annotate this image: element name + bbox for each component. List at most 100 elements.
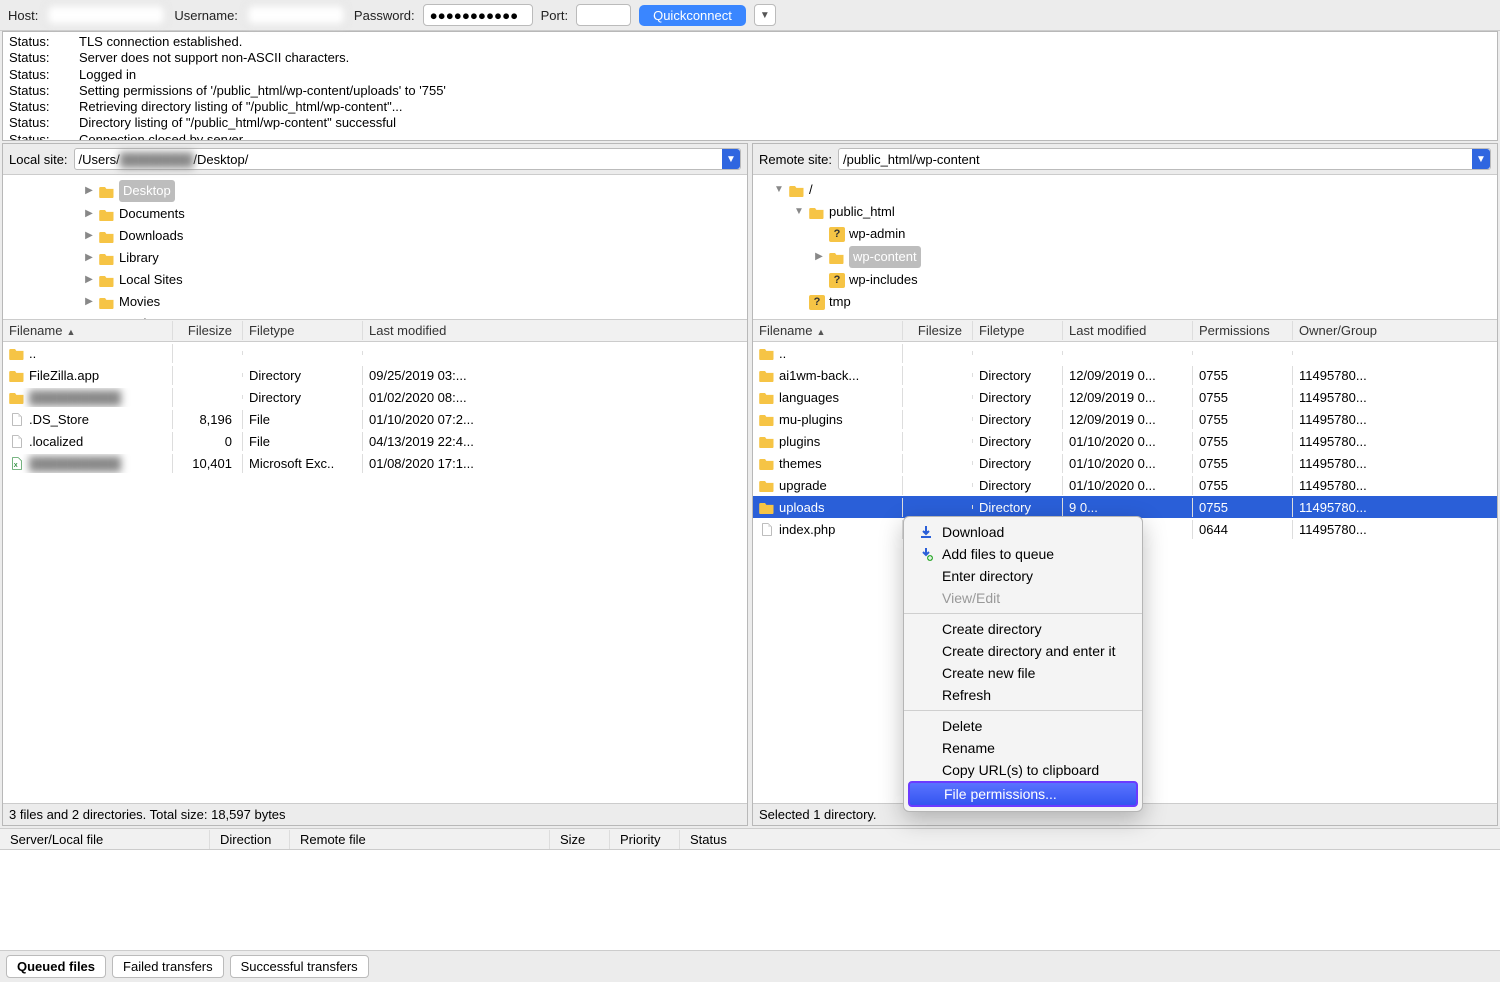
local-path-select[interactable]: /Users/████████/Desktop/ ▼ — [74, 148, 741, 170]
bottom-tabs: Queued files Failed transfers Successful… — [0, 950, 1500, 982]
menu-item-delete[interactable]: Delete — [904, 715, 1142, 737]
tree-item[interactable]: ▶ Movies — [3, 291, 747, 313]
port-input[interactable] — [576, 4, 631, 26]
qcol-size[interactable]: Size — [550, 830, 610, 849]
dropdown-caret-icon[interactable]: ▼ — [1472, 149, 1490, 169]
remote-path-text: /public_html/wp-content — [843, 152, 980, 167]
log-row: Status:Setting permissions of '/public_h… — [9, 83, 1491, 99]
list-item[interactable]: languagesDirectory12/09/2019 0...0755114… — [753, 386, 1497, 408]
tab-failed[interactable]: Failed transfers — [112, 955, 224, 978]
tab-queued[interactable]: Queued files — [6, 955, 106, 978]
list-item[interactable]: uploadsDirectory9 0...075511495780... — [753, 496, 1497, 518]
queue-body — [0, 850, 1500, 950]
tree-item[interactable]: ▶ Music — [3, 313, 747, 320]
tree-item[interactable]: ▼ / — [753, 179, 1497, 201]
tree-item[interactable]: ▶ Documents — [3, 203, 747, 225]
local-path-text: /Users/████████/Desktop/ — [79, 152, 249, 167]
context-menu[interactable]: DownloadAdd files to queueEnter director… — [903, 516, 1143, 812]
menu-item-create-directory[interactable]: Create directory — [904, 618, 1142, 640]
tree-item[interactable]: ? wp-includes — [753, 269, 1497, 291]
password-input[interactable] — [423, 4, 533, 26]
list-item[interactable]: .localized0File04/13/2019 22:4... — [3, 430, 747, 452]
qcol-remote[interactable]: Remote file — [290, 830, 550, 849]
username-label: Username: — [174, 8, 238, 23]
tree-item[interactable]: ▶ Local Sites — [3, 269, 747, 291]
col-filetype[interactable]: Filetype — [973, 321, 1063, 340]
list-item[interactable]: pluginsDirectory01/10/2020 0...075511495… — [753, 430, 1497, 452]
list-item[interactable]: FileZilla.appDirectory09/25/2019 03:... — [3, 364, 747, 386]
list-item[interactable]: upgradeDirectory01/10/2020 0...075511495… — [753, 474, 1497, 496]
port-label: Port: — [541, 8, 568, 23]
menu-item-copy-url-s-to-clipboard[interactable]: Copy URL(s) to clipboard — [904, 759, 1142, 781]
qcol-server[interactable]: Server/Local file — [0, 830, 210, 849]
host-input[interactable] — [46, 4, 166, 26]
quickconnect-toolbar: Host: Username: Password: Port: Quickcon… — [0, 0, 1500, 31]
list-item[interactable]: themesDirectory01/10/2020 0...0755114957… — [753, 452, 1497, 474]
menu-item-add-files-to-queue[interactable]: Add files to queue — [904, 543, 1142, 565]
quickconnect-button[interactable]: Quickconnect — [639, 5, 746, 26]
menu-item-download[interactable]: Download — [904, 521, 1142, 543]
col-filesize[interactable]: Filesize — [173, 321, 243, 340]
local-file-list[interactable]: ..FileZilla.appDirectory09/25/2019 03:..… — [3, 342, 747, 803]
col-filetype[interactable]: Filetype — [243, 321, 363, 340]
menu-item-enter-directory[interactable]: Enter directory — [904, 565, 1142, 587]
menu-item-create-new-file[interactable]: Create new file — [904, 662, 1142, 684]
list-item[interactable]: ai1wm-back...Directory12/09/2019 0...075… — [753, 364, 1497, 386]
queue-header[interactable]: Server/Local file Direction Remote file … — [0, 828, 1500, 850]
remote-site-label: Remote site: — [759, 152, 832, 167]
col-filesize[interactable]: Filesize — [903, 321, 973, 340]
log-row: Status:Directory listing of "/public_htm… — [9, 115, 1491, 131]
list-item[interactable]: mu-pluginsDirectory12/09/2019 0...075511… — [753, 408, 1497, 430]
log-row: Status:TLS connection established. — [9, 34, 1491, 50]
quickconnect-history-dropdown[interactable]: ▼ — [754, 4, 776, 26]
message-log: Status:TLS connection established.Status… — [2, 31, 1498, 141]
menu-separator — [904, 710, 1142, 711]
tree-item[interactable]: ? wp-admin — [753, 223, 1497, 245]
col-owner[interactable]: Owner/Group — [1293, 321, 1497, 340]
add-to-queue-icon — [918, 547, 934, 561]
local-list-header[interactable]: Filename▲ Filesize Filetype Last modifie… — [3, 320, 747, 342]
list-item[interactable]: .. — [3, 342, 747, 364]
log-row: Status:Connection closed by server — [9, 132, 1491, 142]
tab-success[interactable]: Successful transfers — [230, 955, 369, 978]
local-footer: 3 files and 2 directories. Total size: 1… — [3, 803, 747, 825]
dropdown-caret-icon[interactable]: ▼ — [722, 149, 740, 169]
menu-separator — [904, 613, 1142, 614]
list-item[interactable]: .. — [753, 342, 1497, 364]
password-label: Password: — [354, 8, 415, 23]
host-label: Host: — [8, 8, 38, 23]
local-folder-tree[interactable]: ▶ Desktop▶ Documents▶ Downloads▶ Library… — [3, 175, 747, 320]
col-permissions[interactable]: Permissions — [1193, 321, 1293, 340]
list-item[interactable]: ██████████Directory01/02/2020 08:... — [3, 386, 747, 408]
menu-item-rename[interactable]: Rename — [904, 737, 1142, 759]
list-item[interactable]: X██████████10,401Microsoft Exc..01/08/20… — [3, 452, 747, 474]
local-site-label: Local site: — [9, 152, 68, 167]
svg-text:X: X — [14, 462, 18, 468]
tree-item[interactable]: ▶ Desktop — [3, 179, 747, 203]
tree-item[interactable]: ▼ public_html — [753, 201, 1497, 223]
qcol-status[interactable]: Status — [680, 830, 1500, 849]
tree-item[interactable]: ▶ Library — [3, 247, 747, 269]
menu-item-file-permissions[interactable]: File permissions... — [908, 781, 1138, 807]
tree-item[interactable]: ▶ wp-content — [753, 245, 1497, 269]
remote-pane: Remote site: /public_html/wp-content ▼ ▼… — [752, 143, 1498, 826]
col-lastmod[interactable]: Last modified — [1063, 321, 1193, 340]
col-filename[interactable]: Filename▲ — [3, 321, 173, 340]
log-row: Status:Server does not support non-ASCII… — [9, 50, 1491, 66]
menu-item-refresh[interactable]: Refresh — [904, 684, 1142, 706]
tree-item[interactable]: ▶ Downloads — [3, 225, 747, 247]
username-input[interactable] — [246, 4, 346, 26]
remote-path-select[interactable]: /public_html/wp-content ▼ — [838, 148, 1491, 170]
col-filename[interactable]: Filename▲ — [753, 321, 903, 340]
list-item[interactable]: .DS_Store8,196File01/10/2020 07:2... — [3, 408, 747, 430]
remote-folder-tree[interactable]: ▼ /▼ public_html? wp-admin▶ wp-content? … — [753, 175, 1497, 320]
remote-list-header[interactable]: Filename▲ Filesize Filetype Last modifie… — [753, 320, 1497, 342]
qcol-direction[interactable]: Direction — [210, 830, 290, 849]
local-pane: Local site: /Users/████████/Desktop/ ▼ ▶… — [2, 143, 748, 826]
download-icon — [918, 525, 934, 539]
menu-item-create-directory-and-enter-it[interactable]: Create directory and enter it — [904, 640, 1142, 662]
col-lastmod[interactable]: Last modified — [363, 321, 747, 340]
menu-item-view-edit: View/Edit — [904, 587, 1142, 609]
tree-item[interactable]: ? tmp — [753, 291, 1497, 313]
qcol-priority[interactable]: Priority — [610, 830, 680, 849]
